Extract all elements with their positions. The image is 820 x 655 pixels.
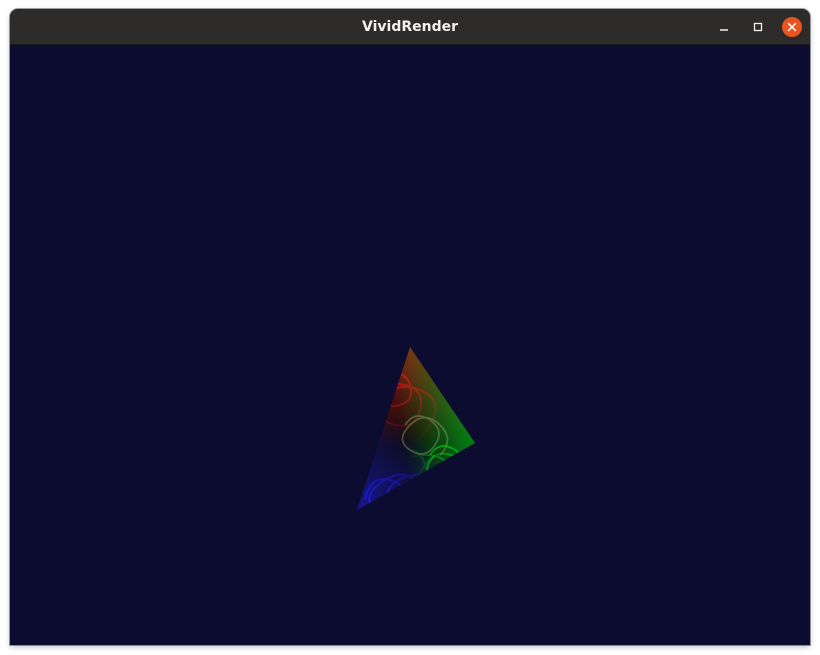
title-bar[interactable]: VividRender bbox=[10, 9, 810, 45]
rendered-triangle bbox=[357, 347, 475, 510]
app-window: VividRender bbox=[10, 9, 810, 645]
render-surface bbox=[357, 347, 475, 510]
minimize-icon bbox=[720, 29, 728, 31]
minimize-button[interactable] bbox=[714, 17, 734, 37]
render-viewport[interactable] bbox=[10, 45, 810, 645]
maximize-icon bbox=[753, 22, 763, 32]
close-button[interactable] bbox=[782, 17, 802, 37]
window-title: VividRender bbox=[362, 19, 458, 35]
maximize-button[interactable] bbox=[748, 17, 768, 37]
close-icon bbox=[787, 22, 797, 32]
